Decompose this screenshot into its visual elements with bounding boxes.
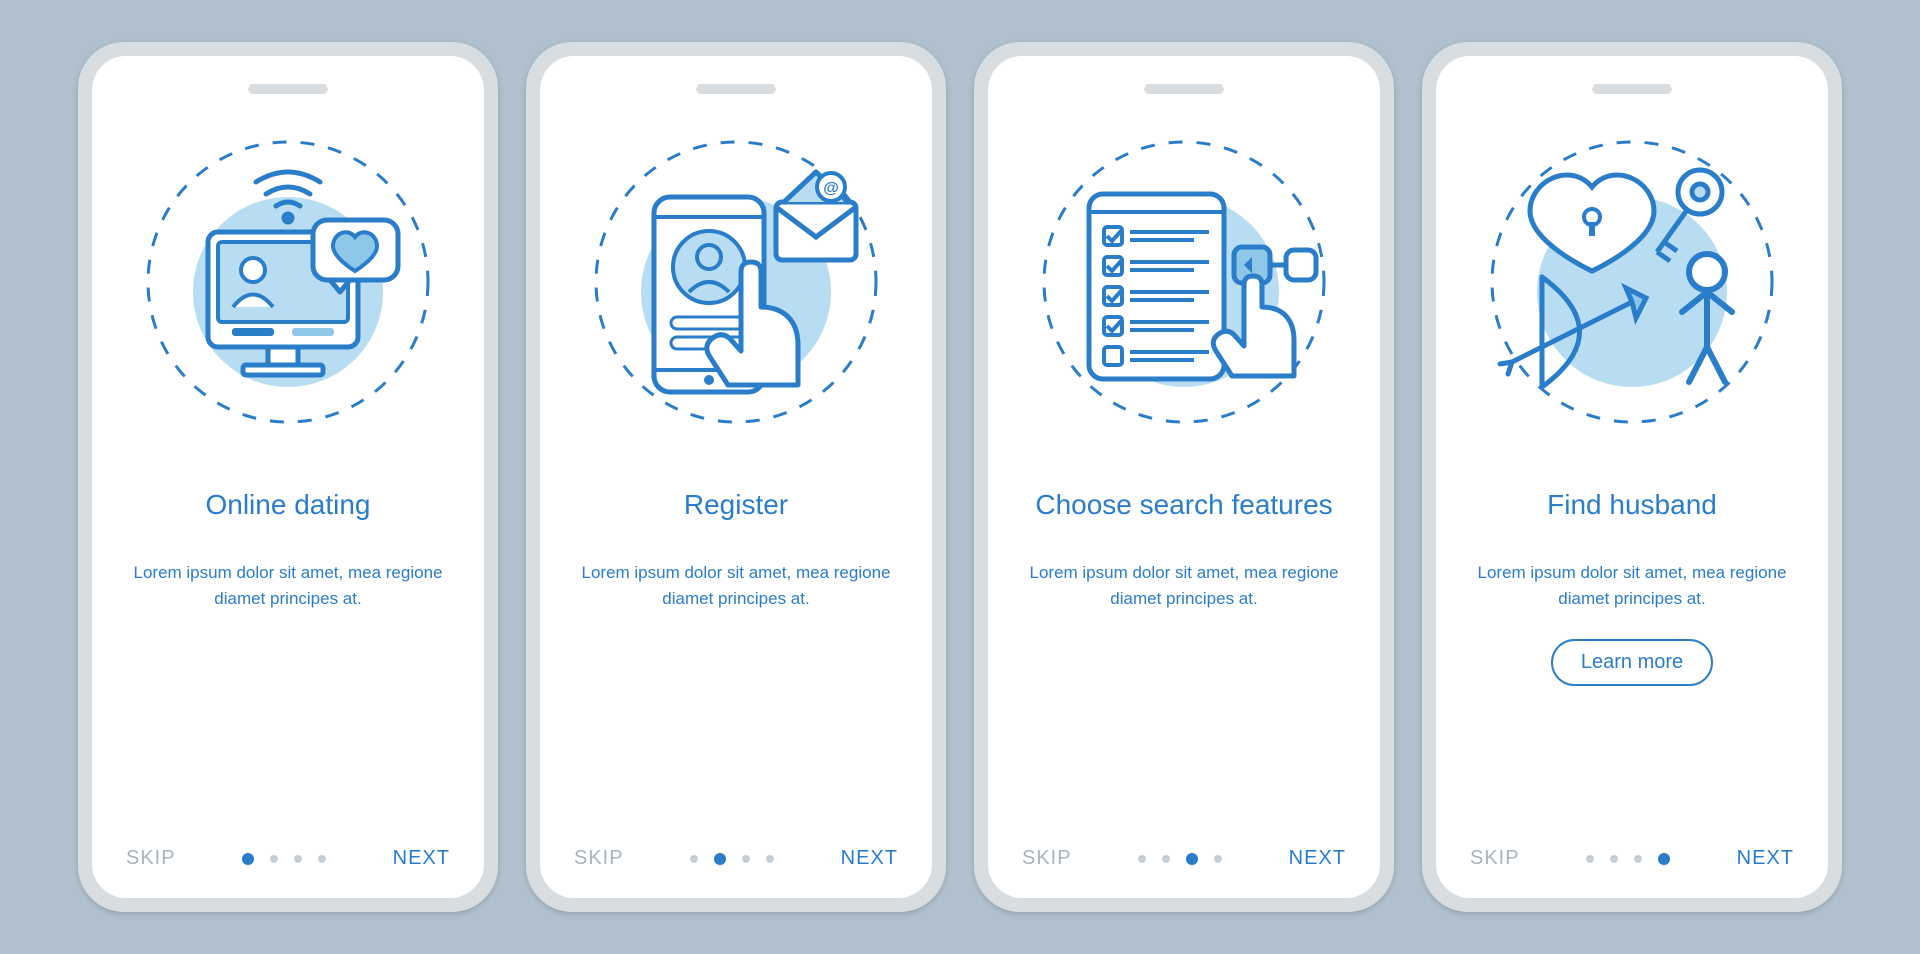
page-dot bbox=[1586, 855, 1594, 863]
page-indicator bbox=[690, 853, 774, 865]
onboarding-footer: SKIP NEXT bbox=[574, 847, 898, 870]
next-button[interactable]: NEXT bbox=[393, 847, 450, 870]
screen-description: Lorem ipsum dolor sit amet, mea regione … bbox=[574, 560, 898, 611]
svg-text:@: @ bbox=[823, 180, 839, 197]
page-dot bbox=[1162, 855, 1170, 863]
page-dot bbox=[242, 853, 254, 865]
next-button[interactable]: NEXT bbox=[1289, 847, 1346, 870]
page-indicator bbox=[242, 853, 326, 865]
onboarding-screen-3: Choose search features Lorem ipsum dolor… bbox=[988, 56, 1380, 898]
learn-more-button[interactable]: Learn more bbox=[1551, 639, 1713, 686]
phone-frame: Find husband Lorem ipsum dolor sit amet,… bbox=[1422, 42, 1842, 912]
page-dot bbox=[742, 855, 750, 863]
phone-frame: @ Register Lorem ipsum dolor sit amet, m… bbox=[526, 42, 946, 912]
page-dot bbox=[270, 855, 278, 863]
page-dot bbox=[1658, 853, 1670, 865]
page-dot bbox=[1186, 853, 1198, 865]
page-dot bbox=[766, 855, 774, 863]
speaker-notch bbox=[1592, 84, 1672, 94]
page-dot bbox=[318, 855, 326, 863]
onboarding-footer: SKIP NEXT bbox=[1022, 847, 1346, 870]
skip-button[interactable]: SKIP bbox=[126, 847, 176, 870]
speaker-notch bbox=[696, 84, 776, 94]
screen-title: Register bbox=[684, 468, 788, 540]
illustration-search-features bbox=[1034, 132, 1334, 432]
onboarding-screen-2: @ Register Lorem ipsum dolor sit amet, m… bbox=[540, 56, 932, 898]
illustration-find-husband bbox=[1482, 132, 1782, 432]
screen-description: Lorem ipsum dolor sit amet, mea regione … bbox=[1470, 560, 1794, 611]
screen-title: Choose search features bbox=[1035, 468, 1332, 540]
page-dot bbox=[714, 853, 726, 865]
screen-description: Lorem ipsum dolor sit amet, mea regione … bbox=[126, 560, 450, 611]
screen-title: Find husband bbox=[1547, 468, 1717, 540]
page-dot bbox=[690, 855, 698, 863]
illustration-register: @ bbox=[586, 132, 886, 432]
page-indicator bbox=[1138, 853, 1222, 865]
page-indicator bbox=[1586, 853, 1670, 865]
skip-button[interactable]: SKIP bbox=[1470, 847, 1520, 870]
skip-button[interactable]: SKIP bbox=[1022, 847, 1072, 870]
page-dot bbox=[1634, 855, 1642, 863]
phone-frame: Choose search features Lorem ipsum dolor… bbox=[974, 42, 1394, 912]
illustration-online-dating bbox=[138, 132, 438, 432]
page-dot bbox=[1138, 855, 1146, 863]
onboarding-stage: Online dating Lorem ipsum dolor sit amet… bbox=[48, 12, 1872, 942]
page-dot bbox=[1214, 855, 1222, 863]
page-dot bbox=[294, 855, 302, 863]
speaker-notch bbox=[248, 84, 328, 94]
onboarding-screen-4: Find husband Lorem ipsum dolor sit amet,… bbox=[1436, 56, 1828, 898]
speaker-notch bbox=[1144, 84, 1224, 94]
skip-button[interactable]: SKIP bbox=[574, 847, 624, 870]
screen-description: Lorem ipsum dolor sit amet, mea regione … bbox=[1022, 560, 1346, 611]
next-button[interactable]: NEXT bbox=[1737, 847, 1794, 870]
phone-frame: Online dating Lorem ipsum dolor sit amet… bbox=[78, 42, 498, 912]
onboarding-screen-1: Online dating Lorem ipsum dolor sit amet… bbox=[92, 56, 484, 898]
next-button[interactable]: NEXT bbox=[841, 847, 898, 870]
onboarding-footer: SKIP NEXT bbox=[1470, 847, 1794, 870]
page-dot bbox=[1610, 855, 1618, 863]
onboarding-footer: SKIP NEXT bbox=[126, 847, 450, 870]
screen-title: Online dating bbox=[205, 468, 370, 540]
